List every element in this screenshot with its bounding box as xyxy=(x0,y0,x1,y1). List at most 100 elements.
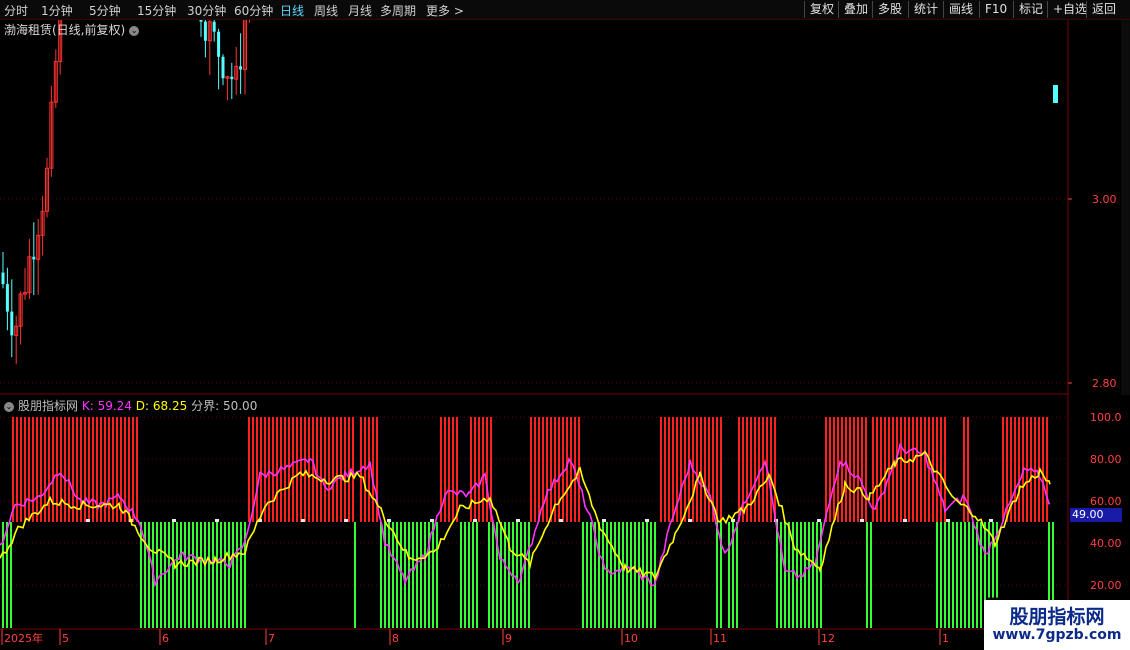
indicator-down-bar xyxy=(424,522,426,628)
indicator-up-bar xyxy=(738,417,740,522)
chevron-down-icon[interactable]: ⌄ xyxy=(4,401,14,412)
indicator-up-bar xyxy=(570,417,572,522)
back-button[interactable]: 返回 xyxy=(1086,1,1121,18)
indicator-down-bar xyxy=(200,522,202,628)
indicator-up-bar xyxy=(316,417,318,522)
indicator-up-bar xyxy=(758,417,760,522)
indicator-up-bar xyxy=(845,417,847,522)
indicator-up-bar xyxy=(558,417,560,522)
candle xyxy=(14,315,19,365)
last-candle-highlight xyxy=(1053,85,1058,103)
indicator-up-bar xyxy=(48,417,50,522)
indicator-up-bar xyxy=(1046,417,1048,522)
tab-more[interactable]: 更多 > xyxy=(426,2,464,19)
tab-30min[interactable]: 30分钟 xyxy=(187,2,226,19)
indicator-up-bar xyxy=(833,417,835,522)
chart-canvas[interactable]: 4.604.404.204.003.803.603.403.203.002.80… xyxy=(0,0,1130,650)
indicator-up-bar xyxy=(32,417,34,522)
tab-60min[interactable]: 60分钟 xyxy=(234,2,273,19)
boundary-marker xyxy=(344,519,348,522)
indicator-up-bar xyxy=(320,417,322,522)
indicator-up-bar xyxy=(530,417,532,522)
tab-monthly[interactable]: 月线 xyxy=(348,2,372,19)
candle-body xyxy=(212,21,216,32)
candle-body xyxy=(239,66,243,70)
indicator-name: 股朋指标网 xyxy=(18,399,79,413)
indicator-up-bar xyxy=(268,417,270,522)
boundary-marker xyxy=(688,519,692,522)
indicator-up-bar xyxy=(908,417,910,522)
indicator-down-bar xyxy=(780,522,782,628)
indicator-up-bar xyxy=(312,417,314,522)
tab-daily[interactable]: 日线 xyxy=(280,2,304,19)
stock-title-bar: 渤海租赁(日线,前复权) ⌄ xyxy=(4,21,140,38)
indicator-down-bar xyxy=(602,522,604,628)
indicator-up-bar xyxy=(684,417,686,522)
indicator-up-bar xyxy=(300,417,302,522)
indicator-up-bar xyxy=(478,417,480,522)
indicator-down-bar xyxy=(976,522,978,628)
indicator-up-bar xyxy=(64,417,66,522)
indicator-down-bar xyxy=(492,522,494,628)
indicator-down-bar xyxy=(388,522,390,628)
boundary-marker xyxy=(817,519,821,522)
indicator-tick-label: 40.00 xyxy=(1090,537,1122,550)
candle xyxy=(32,222,36,296)
indicator-up-bar xyxy=(841,417,843,522)
mark-button[interactable]: 标记 xyxy=(1013,1,1048,18)
indicator-up-bar xyxy=(372,417,374,522)
candle xyxy=(230,62,234,100)
tab-5min[interactable]: 5分钟 xyxy=(89,2,121,19)
candle xyxy=(10,279,14,358)
indicator-down-bar xyxy=(392,522,394,628)
candle-body xyxy=(1,272,5,285)
adjust-button[interactable]: 复权 xyxy=(804,1,839,18)
multi-stock-button[interactable]: 多股 xyxy=(872,1,907,18)
indicator-down-bar xyxy=(236,522,238,628)
candle xyxy=(18,291,23,345)
draw-line-button[interactable]: 画线 xyxy=(943,1,978,18)
indicator-down-bar xyxy=(634,522,636,628)
chevron-down-icon[interactable]: ⌄ xyxy=(129,25,140,36)
candle xyxy=(217,28,221,90)
indicator-down-bar xyxy=(156,522,158,628)
time-axis-label: 11 xyxy=(713,632,727,645)
boundary-marker xyxy=(430,519,434,522)
candle xyxy=(49,85,54,177)
indicator-down-bar xyxy=(180,522,182,628)
indicator-down-bar xyxy=(736,522,738,628)
indicator-up-bar xyxy=(700,417,702,522)
indicator-up-bar xyxy=(880,417,882,522)
indicator-down-bar xyxy=(508,522,510,628)
indicator-down-bar xyxy=(176,522,178,628)
indicator-down-bar xyxy=(808,522,810,628)
indicator-up-bar xyxy=(448,417,450,522)
indicator-down-bar xyxy=(524,522,526,628)
indicator-down-bar xyxy=(192,522,194,628)
boundary-marker xyxy=(602,519,606,522)
indicator-down-bar xyxy=(590,522,592,628)
tab-intraday[interactable]: 分时 xyxy=(4,2,28,19)
overlay-button[interactable]: 叠加 xyxy=(838,1,873,18)
indicator-down-bar xyxy=(208,522,210,628)
d-value: 68.25 xyxy=(152,399,188,413)
indicator-up-bar xyxy=(136,417,138,522)
indicator-up-bar xyxy=(456,417,458,522)
tab-multi-period[interactable]: 多周期 xyxy=(380,2,416,19)
indicator-up-bar xyxy=(853,417,855,522)
indicator-up-bar xyxy=(865,417,867,522)
candle-body xyxy=(10,311,14,336)
tab-1min[interactable]: 1分钟 xyxy=(41,2,73,19)
candle xyxy=(234,46,239,95)
indicator-up-bar xyxy=(562,417,564,522)
tab-weekly[interactable]: 周线 xyxy=(314,2,338,19)
statistics-button[interactable]: 统计 xyxy=(908,1,943,18)
indicator-up-bar xyxy=(474,417,476,522)
f10-button[interactable]: F10 xyxy=(979,1,1012,18)
indicator-down-bar xyxy=(948,522,950,628)
indicator-down-bar xyxy=(866,522,868,628)
indicator-down-bar xyxy=(228,522,230,628)
indicator-up-bar xyxy=(720,417,722,522)
indicator-up-bar xyxy=(884,417,886,522)
tab-15min[interactable]: 15分钟 xyxy=(137,2,176,19)
